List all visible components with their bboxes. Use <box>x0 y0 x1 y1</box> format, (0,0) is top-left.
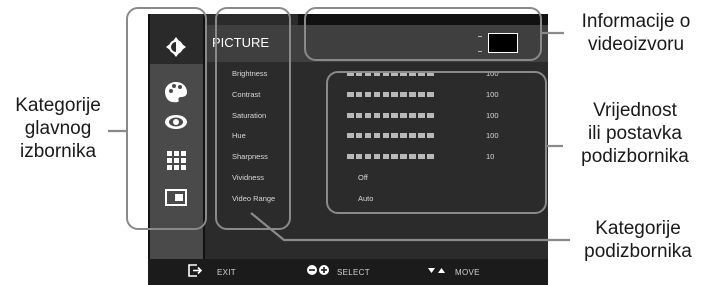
callout-submenu-categories-line1: Kategorije <box>595 218 681 239</box>
callout-value-setting-line3: podizbornika <box>581 146 689 167</box>
callout-value-setting-line2: ili postavka <box>588 123 682 144</box>
callout-main-categories-line3: izbornika <box>19 141 97 162</box>
callout-source-info-line1: Informacije o <box>581 11 691 32</box>
callout-source-info-line2: videoizvoru <box>587 34 685 55</box>
callout-value-setting: Vrijednost ili postavka podizbornika <box>565 99 705 168</box>
connector-submenu-categories <box>250 212 570 242</box>
callout-main-categories-line2: glavnog <box>24 118 92 139</box>
callout-main-categories-line1: Kategorije <box>15 95 101 116</box>
callout-submenu-categories-line2: podizbornika <box>584 241 692 262</box>
callout-source-info: Informacije o videoizvoru <box>567 10 705 56</box>
callout-submenu-categories: Kategorije podizbornika <box>571 217 705 263</box>
callout-value-setting-line1: Vrijednost <box>593 100 677 121</box>
callout-main-categories: Kategorije glavnog izbornika <box>0 94 116 163</box>
